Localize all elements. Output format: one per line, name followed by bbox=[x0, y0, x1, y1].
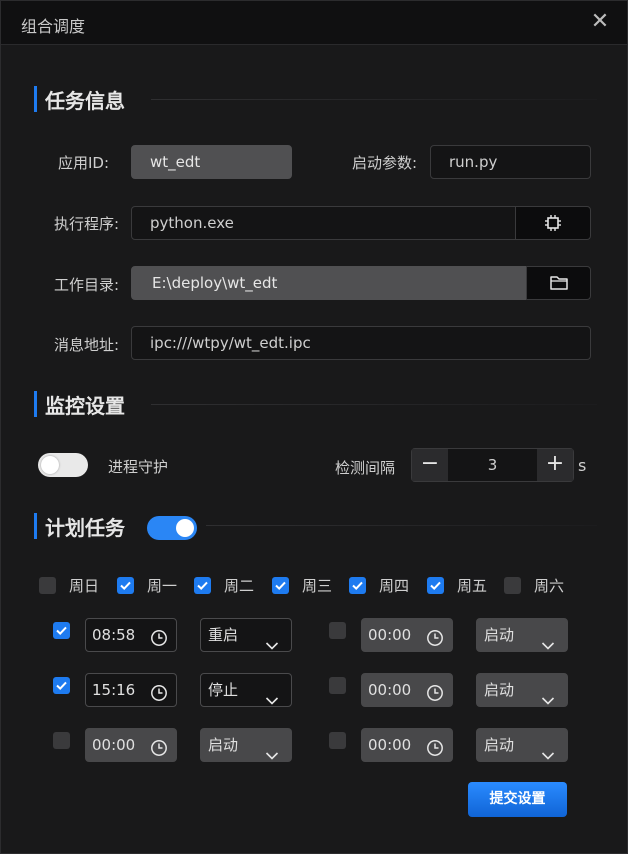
workdir-label: 工作目录: bbox=[53, 276, 119, 294]
slot-checkbox[interactable] bbox=[53, 622, 70, 639]
section-schedule: 计划任务 bbox=[34, 513, 125, 540]
clock-icon bbox=[426, 681, 444, 713]
schedule-toggle[interactable] bbox=[147, 516, 197, 540]
action-select[interactable]: 启动 bbox=[200, 728, 292, 762]
action-value: 启动 bbox=[484, 626, 515, 644]
section-divider bbox=[151, 404, 597, 405]
section-accent-bar bbox=[34, 391, 37, 417]
weekday-checkbox[interactable] bbox=[194, 577, 211, 594]
weekday-label: 周二 bbox=[224, 577, 255, 595]
section-divider bbox=[206, 525, 597, 526]
submit-button[interactable]: 提交设置 bbox=[468, 782, 567, 817]
slot-checkbox[interactable] bbox=[53, 677, 70, 694]
section-divider bbox=[151, 99, 597, 100]
dialog-window: 组合调度 ✕ 任务信息 应用ID: wt_edt 启动参数: run.py 执行… bbox=[0, 0, 628, 854]
exec-label: 执行程序: bbox=[53, 215, 119, 233]
exec-field[interactable]: python.exe bbox=[131, 206, 516, 240]
weekday-label: 周六 bbox=[534, 577, 565, 595]
time-picker[interactable]: 00:00 bbox=[361, 673, 453, 707]
weekday-checkbox[interactable] bbox=[427, 577, 444, 594]
weekday-checkbox[interactable] bbox=[272, 577, 289, 594]
time-value: 00:00 bbox=[92, 736, 136, 754]
action-value: 重启 bbox=[208, 626, 239, 644]
window-title: 组合调度 bbox=[21, 17, 86, 36]
action-select[interactable]: 启动 bbox=[476, 618, 568, 652]
weekday-label: 周日 bbox=[69, 577, 100, 595]
increment-button[interactable]: + bbox=[537, 449, 573, 481]
interval-value[interactable]: 3 bbox=[448, 449, 537, 481]
decrement-button[interactable]: − bbox=[412, 449, 448, 481]
msg-addr-field[interactable]: ipc:///wtpy/wt_edt.ipc bbox=[131, 326, 591, 360]
slot-checkbox[interactable] bbox=[329, 677, 346, 694]
chevron-down-icon bbox=[265, 630, 279, 662]
clock-icon bbox=[426, 626, 444, 658]
weekday-label: 周四 bbox=[379, 577, 410, 595]
clock-icon bbox=[426, 736, 444, 768]
time-picker[interactable]: 00:00 bbox=[361, 618, 453, 652]
action-select[interactable]: 重启 bbox=[200, 618, 292, 652]
chevron-down-icon bbox=[265, 740, 279, 772]
slot-checkbox[interactable] bbox=[53, 732, 70, 749]
section-monitor: 监控设置 bbox=[34, 391, 125, 418]
section-title-schedule: 计划任务 bbox=[45, 515, 125, 540]
slot-checkbox[interactable] bbox=[329, 732, 346, 749]
folder-icon bbox=[549, 276, 568, 290]
weekday-checkbox[interactable] bbox=[349, 577, 366, 594]
exec-browse-button[interactable] bbox=[515, 206, 591, 240]
close-icon[interactable]: ✕ bbox=[587, 9, 613, 35]
time-value: 08:58 bbox=[92, 626, 136, 644]
time-picker[interactable]: 00:00 bbox=[85, 728, 177, 762]
time-value: 00:00 bbox=[368, 681, 412, 699]
time-value: 15:16 bbox=[92, 681, 136, 699]
action-select[interactable]: 启动 bbox=[476, 728, 568, 762]
action-select[interactable]: 启动 bbox=[476, 673, 568, 707]
time-value: 00:00 bbox=[368, 736, 412, 754]
action-value: 启动 bbox=[484, 736, 515, 754]
action-value: 启动 bbox=[484, 681, 515, 699]
start-params-label: 启动参数: bbox=[351, 154, 417, 172]
interval-label: 检测间隔 bbox=[335, 459, 396, 477]
msg-addr-label: 消息地址: bbox=[53, 336, 119, 354]
process-guard-label: 进程守护 bbox=[108, 458, 169, 476]
weekday-label: 周一 bbox=[147, 577, 178, 595]
slot-checkbox[interactable] bbox=[329, 622, 346, 639]
start-params-field[interactable]: run.py bbox=[430, 145, 591, 179]
action-value: 启动 bbox=[208, 736, 239, 754]
time-picker[interactable]: 08:58 bbox=[85, 618, 177, 652]
weekday-label: 周三 bbox=[302, 577, 333, 595]
interval-stepper: − 3 + bbox=[411, 448, 574, 482]
section-accent-bar bbox=[34, 513, 37, 539]
section-accent-bar bbox=[34, 86, 37, 112]
action-value: 停止 bbox=[208, 681, 239, 699]
weekday-checkbox[interactable] bbox=[39, 577, 56, 594]
section-title-monitor: 监控设置 bbox=[45, 393, 125, 418]
process-guard-toggle[interactable] bbox=[38, 453, 88, 477]
clock-icon bbox=[150, 626, 168, 658]
toggle-knob bbox=[41, 456, 59, 474]
chevron-down-icon bbox=[541, 630, 555, 662]
interval-unit: s bbox=[578, 456, 587, 475]
toggle-knob bbox=[176, 519, 194, 537]
section-task-info: 任务信息 bbox=[34, 86, 125, 113]
weekday-checkbox[interactable] bbox=[504, 577, 521, 594]
chevron-down-icon bbox=[265, 685, 279, 717]
weekday-label: 周五 bbox=[457, 577, 488, 595]
chevron-down-icon bbox=[541, 740, 555, 772]
workdir-field[interactable]: E:\deploy\wt_edt bbox=[131, 266, 527, 300]
time-value: 00:00 bbox=[368, 626, 412, 644]
app-id-field[interactable]: wt_edt bbox=[131, 145, 292, 179]
app-id-label: 应用ID: bbox=[57, 154, 109, 172]
clock-icon bbox=[150, 681, 168, 713]
chevron-down-icon bbox=[541, 685, 555, 717]
weekday-checkbox[interactable] bbox=[117, 577, 134, 594]
time-picker[interactable]: 15:16 bbox=[85, 673, 177, 707]
workdir-browse-button[interactable] bbox=[526, 266, 591, 300]
clock-icon bbox=[150, 736, 168, 768]
action-select[interactable]: 停止 bbox=[200, 673, 292, 707]
section-title-task-info: 任务信息 bbox=[45, 88, 125, 113]
title-bar: 组合调度 ✕ bbox=[1, 1, 627, 45]
time-picker[interactable]: 00:00 bbox=[361, 728, 453, 762]
chip-icon bbox=[545, 215, 561, 231]
